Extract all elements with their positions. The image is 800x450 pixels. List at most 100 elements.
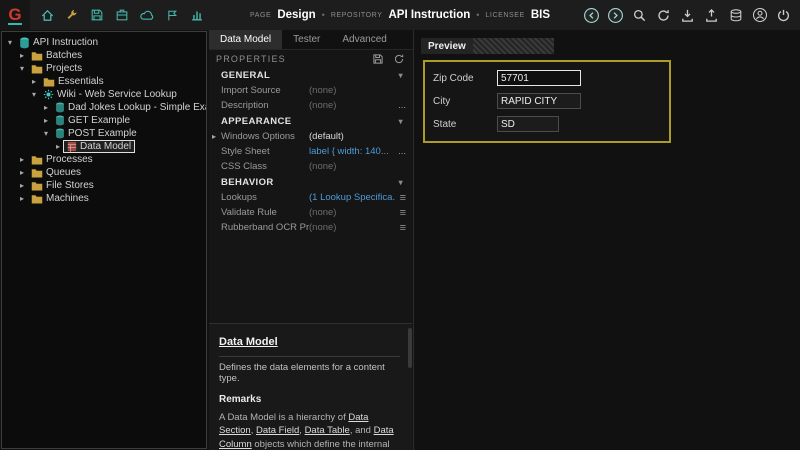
chevron-down-icon[interactable]: ▾ xyxy=(399,71,403,80)
design-flag-icon[interactable] xyxy=(162,5,182,25)
expand-arrow-icon[interactable]: ▸ xyxy=(29,77,39,86)
zip-code-label: Zip Code xyxy=(433,73,497,84)
help-remarks-title: Remarks xyxy=(219,394,400,405)
tree-item-wiki-web-service-lookup[interactable]: ▾ Wiki - Web Service Lookup xyxy=(2,88,206,101)
refresh-icon[interactable] xyxy=(653,5,674,26)
expand-arrow-icon[interactable]: ▸ xyxy=(17,168,27,177)
help-title-link[interactable]: Data Model xyxy=(219,336,278,348)
tree-item-queues[interactable]: ▸ Queues xyxy=(2,166,206,179)
tree-item-post-example[interactable]: ▾ POST Example xyxy=(2,127,206,140)
expand-arrow-icon[interactable]: ▸ xyxy=(17,155,27,164)
chevron-down-icon[interactable]: ▾ xyxy=(399,117,403,126)
city-input[interactable] xyxy=(497,93,581,109)
prop-row-css-class[interactable]: CSS Class (none) xyxy=(209,159,413,174)
prop-row-style-sheet[interactable]: Style Sheet label { width: 140... ... xyxy=(209,144,413,159)
prop-row-import-source[interactable]: Import Source (none) xyxy=(209,83,413,98)
page-value[interactable]: Design xyxy=(277,9,315,21)
prop-row-description[interactable]: Description (none) ... xyxy=(209,98,413,113)
hatch-pattern xyxy=(473,38,554,54)
page-label: PAGE xyxy=(250,12,271,19)
prop-value: (none) xyxy=(309,100,394,111)
help-link-data-table[interactable]: Data Table xyxy=(305,425,350,436)
expand-arrow-icon[interactable]: ▸ xyxy=(53,142,63,151)
tree-item-essentials[interactable]: ▸ Essentials xyxy=(2,75,206,88)
prop-value: label { width: 140... xyxy=(309,146,394,157)
tab-tester[interactable]: Tester xyxy=(282,30,331,49)
tree-item-label: Queues xyxy=(46,167,81,178)
zip-code-input[interactable] xyxy=(497,70,581,86)
menu-icon[interactable]: ≡ xyxy=(400,207,406,219)
toolbar-right-icons xyxy=(581,5,800,26)
menu-icon[interactable]: ≡ xyxy=(400,192,406,204)
menu-icon[interactable]: ≡ xyxy=(400,222,406,234)
prop-value: (none) xyxy=(309,222,396,233)
prop-row-windows-options[interactable]: ▸ Windows Options (default) xyxy=(209,129,413,144)
tree-item-label: Processes xyxy=(46,154,93,165)
expand-arrow-icon[interactable]: ▸ xyxy=(212,132,221,141)
batches-icon[interactable] xyxy=(112,5,132,25)
state-input[interactable] xyxy=(497,116,559,132)
nav-back-button[interactable] xyxy=(581,5,602,26)
help-text-segment: , and xyxy=(350,425,374,436)
expand-arrow-icon[interactable]: ▸ xyxy=(41,116,51,125)
licensee-label: LICENSEE xyxy=(485,12,524,19)
tree-item-processes[interactable]: ▸ Processes xyxy=(2,153,206,166)
tree-item-projects[interactable]: ▾ Projects xyxy=(2,62,206,75)
expand-arrow-icon[interactable]: ▸ xyxy=(41,103,51,112)
help-link-data-field[interactable]: Data Field xyxy=(256,425,299,436)
tree-item-machines[interactable]: ▸ Machines xyxy=(2,192,206,205)
tree-item-batches[interactable]: ▸ Batches xyxy=(2,49,206,62)
tree-item-data-model[interactable]: ▸ Data Model xyxy=(2,140,206,153)
expand-arrow-icon[interactable]: ▾ xyxy=(5,38,15,47)
expand-arrow-icon[interactable]: ▸ xyxy=(17,51,27,60)
section-appearance[interactable]: APPEARANCE ▾ xyxy=(209,113,413,129)
properties-header: PROPERTIES xyxy=(209,50,413,67)
section-behavior[interactable]: BEHAVIOR ▾ xyxy=(209,174,413,190)
prop-row-rubberband-ocr-profile[interactable]: Rubberband OCR Profile (none) ≡ xyxy=(209,220,413,235)
search-icon[interactable] xyxy=(629,5,650,26)
cloud-icon[interactable] xyxy=(137,5,157,25)
ellipsis-button[interactable]: ... xyxy=(398,100,406,111)
stats-chart-icon[interactable] xyxy=(187,5,207,25)
chevron-down-icon[interactable]: ▾ xyxy=(399,178,403,187)
expand-arrow-icon[interactable]: ▾ xyxy=(29,90,39,99)
prop-row-validate-rule[interactable]: Validate Rule (none) ≡ xyxy=(209,205,413,220)
folder-icon xyxy=(31,64,43,74)
preview-title: Preview xyxy=(421,38,473,54)
tree-item-api-instruction[interactable]: ▾ API Instruction xyxy=(2,36,206,49)
home-icon[interactable] xyxy=(37,5,57,25)
properties-panel: Data Model Tester Advanced PROPERTIES GE… xyxy=(209,30,414,450)
folder-icon xyxy=(43,77,55,87)
user-icon[interactable] xyxy=(749,5,770,26)
tree-item-label: Essentials xyxy=(58,76,104,87)
section-general[interactable]: GENERAL ▾ xyxy=(209,67,413,83)
save-properties-icon[interactable] xyxy=(371,52,385,66)
save-icon[interactable] xyxy=(87,5,107,25)
database-icon[interactable] xyxy=(725,5,746,26)
folder-icon xyxy=(31,51,43,61)
nav-forward-button[interactable] xyxy=(605,5,626,26)
tab-data-model[interactable]: Data Model xyxy=(209,30,282,49)
revert-icon[interactable] xyxy=(392,52,406,66)
preview-panel: Preview Zip Code City State xyxy=(415,30,800,450)
prop-label: Import Source xyxy=(221,85,309,96)
separator-dot: • xyxy=(476,10,479,20)
upload-icon[interactable] xyxy=(701,5,722,26)
wrench-icon[interactable] xyxy=(62,5,82,25)
ellipsis-button[interactable]: ... xyxy=(398,146,406,157)
tab-advanced[interactable]: Advanced xyxy=(331,30,397,49)
prop-row-lookups[interactable]: Lookups (1 Lookup Specifica... ≡ xyxy=(209,190,413,205)
grooper-logo[interactable]: G xyxy=(0,0,30,30)
power-icon[interactable] xyxy=(773,5,794,26)
tree-item-get-example[interactable]: ▸ GET Example xyxy=(2,114,206,127)
expand-arrow-icon[interactable]: ▸ xyxy=(17,194,27,203)
tree-item-dad-jokes-lookup[interactable]: ▸ Dad Jokes Lookup - Simple Example xyxy=(2,101,206,114)
expand-arrow-icon[interactable]: ▸ xyxy=(17,181,27,190)
repository-value[interactable]: API Instruction xyxy=(388,9,470,21)
expand-arrow-icon[interactable]: ▾ xyxy=(41,129,51,138)
expand-arrow-icon[interactable]: ▾ xyxy=(17,64,27,73)
download-icon[interactable] xyxy=(677,5,698,26)
tree-item-file-stores[interactable]: ▸ File Stores xyxy=(2,179,206,192)
preview-header[interactable]: Preview xyxy=(421,38,554,54)
help-scrollbar[interactable] xyxy=(408,328,412,368)
